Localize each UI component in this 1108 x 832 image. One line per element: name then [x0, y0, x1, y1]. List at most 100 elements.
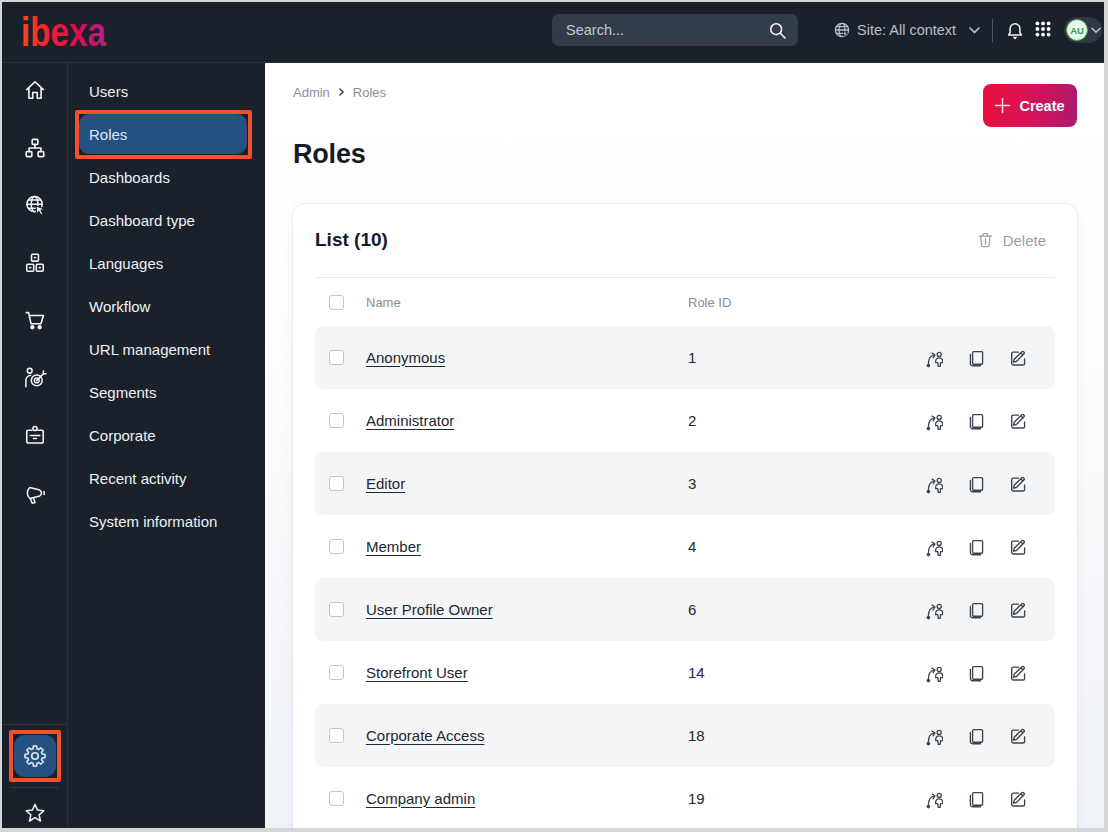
- assign-users-icon[interactable]: [925, 790, 943, 808]
- row-checkbox[interactable]: [329, 791, 344, 806]
- site-globe-icon[interactable]: [22, 192, 48, 218]
- menu-item-languages[interactable]: Languages: [79, 243, 247, 283]
- menu-item-dashboard-type[interactable]: Dashboard type: [79, 200, 247, 240]
- user-menu[interactable]: AU: [1064, 17, 1102, 43]
- copy-icon[interactable]: [967, 727, 985, 745]
- assign-users-icon[interactable]: [925, 349, 943, 367]
- edit-icon[interactable]: [1009, 412, 1027, 430]
- search-icon[interactable]: [769, 22, 786, 39]
- commerce-cart-icon[interactable]: [22, 307, 48, 333]
- ibexa-logo[interactable]: ibexa: [21, 12, 107, 52]
- row-actions: [925, 412, 1027, 430]
- table-row: Administrator 2: [315, 389, 1055, 452]
- gear-icon: [22, 743, 48, 769]
- edit-icon[interactable]: [1009, 601, 1027, 619]
- assign-users-icon[interactable]: [925, 601, 943, 619]
- menu-item-roles[interactable]: Roles: [79, 114, 247, 154]
- copy-icon[interactable]: [967, 475, 985, 493]
- row-checkbox[interactable]: [329, 728, 344, 743]
- edit-icon[interactable]: [1009, 349, 1027, 367]
- assign-users-icon[interactable]: [925, 727, 943, 745]
- role-name-link[interactable]: Anonymous: [366, 349, 445, 366]
- edit-icon[interactable]: [1009, 727, 1027, 745]
- admin-menu: UsersRolesDashboardsDashboard typeLangua…: [67, 63, 265, 828]
- menu-item-workflow[interactable]: Workflow: [79, 286, 247, 326]
- role-id-value: 2: [688, 412, 925, 429]
- row-actions: [925, 538, 1027, 556]
- create-button[interactable]: Create: [983, 84, 1077, 127]
- table-header-row: Name Role ID: [315, 278, 1055, 326]
- role-name-link[interactable]: User Profile Owner: [366, 601, 493, 618]
- copy-icon[interactable]: [967, 601, 985, 619]
- edit-icon[interactable]: [1009, 790, 1027, 808]
- row-checkbox[interactable]: [329, 539, 344, 554]
- campaign-megaphone-icon[interactable]: [22, 480, 48, 506]
- copy-icon[interactable]: [967, 349, 985, 367]
- copy-icon[interactable]: [967, 664, 985, 682]
- role-name-link[interactable]: Administrator: [366, 412, 454, 429]
- role-name-link[interactable]: Storefront User: [366, 664, 468, 681]
- role-id-value: 1: [688, 349, 925, 366]
- row-checkbox[interactable]: [329, 602, 344, 617]
- role-name-link[interactable]: Editor: [366, 475, 405, 492]
- breadcrumb-admin[interactable]: Admin: [293, 85, 330, 100]
- products-icon[interactable]: [22, 250, 48, 276]
- breadcrumb-roles: Roles: [353, 85, 386, 100]
- menu-item-corporate[interactable]: Corporate: [79, 415, 247, 455]
- notifications-bell-icon[interactable]: [1006, 21, 1024, 40]
- edit-icon[interactable]: [1009, 538, 1027, 556]
- copy-icon[interactable]: [967, 538, 985, 556]
- breadcrumb-separator-icon: [339, 88, 344, 96]
- menu-item-segments[interactable]: Segments: [79, 372, 247, 412]
- icon-rail-items: [2, 63, 67, 506]
- table-row: Corporate Access 18: [315, 704, 1055, 767]
- chevron-down-icon: [1091, 27, 1101, 34]
- content-tree-icon[interactable]: [22, 135, 48, 161]
- list-card-header: List (10) Delete: [315, 228, 1055, 252]
- assign-users-icon[interactable]: [925, 412, 943, 430]
- row-checkbox[interactable]: [329, 413, 344, 428]
- personalization-target-icon[interactable]: [22, 365, 48, 391]
- row-checkbox[interactable]: [329, 476, 344, 491]
- role-name-link[interactable]: Member: [366, 538, 421, 555]
- role-id-value: 19: [688, 790, 925, 807]
- topbar-divider: [992, 19, 993, 42]
- select-all-checkbox[interactable]: [329, 295, 344, 310]
- role-name-link[interactable]: Corporate Access: [366, 727, 484, 744]
- table-row: Storefront User 14: [315, 641, 1055, 704]
- menu-item-url-management[interactable]: URL management: [79, 329, 247, 369]
- assign-users-icon[interactable]: [925, 538, 943, 556]
- ibexa-logo-svg: ibexa: [21, 12, 107, 52]
- menu-item-users[interactable]: Users: [79, 71, 247, 111]
- icon-rail-bottom: [2, 724, 67, 825]
- row-checkbox[interactable]: [329, 665, 344, 680]
- svg-text:ibexa: ibexa: [21, 12, 107, 52]
- edit-icon[interactable]: [1009, 664, 1027, 682]
- edit-icon[interactable]: [1009, 475, 1027, 493]
- assign-users-icon[interactable]: [925, 664, 943, 682]
- column-header-name: Name: [366, 295, 688, 310]
- role-name-link[interactable]: Company admin: [366, 790, 475, 807]
- assign-users-icon[interactable]: [925, 475, 943, 493]
- row-actions: [925, 349, 1027, 367]
- site-context-label: Site: All context: [857, 22, 956, 38]
- corporate-badge-icon[interactable]: [22, 422, 48, 448]
- page-title: Roles: [293, 138, 1077, 171]
- user-avatar: AU: [1066, 19, 1088, 41]
- rail-divider: [11, 787, 58, 788]
- settings-gear-button[interactable]: [14, 735, 56, 777]
- menu-item-recent-activity[interactable]: Recent activity: [79, 458, 247, 498]
- menu-item-dashboards[interactable]: Dashboards: [79, 157, 247, 197]
- site-context-selector[interactable]: Site: All context: [834, 16, 980, 44]
- search-input[interactable]: [552, 22, 769, 38]
- copy-icon[interactable]: [967, 790, 985, 808]
- list-count-title: List (10): [315, 229, 388, 251]
- home-icon[interactable]: [22, 77, 48, 103]
- row-checkbox[interactable]: [329, 350, 344, 365]
- delete-button[interactable]: Delete: [977, 232, 1055, 249]
- row-actions: [925, 790, 1027, 808]
- app-switcher-grid-icon[interactable]: [1035, 21, 1051, 37]
- copy-icon[interactable]: [967, 412, 985, 430]
- bookmarks-star-button[interactable]: [23, 801, 47, 825]
- menu-item-system-information[interactable]: System information: [79, 501, 247, 541]
